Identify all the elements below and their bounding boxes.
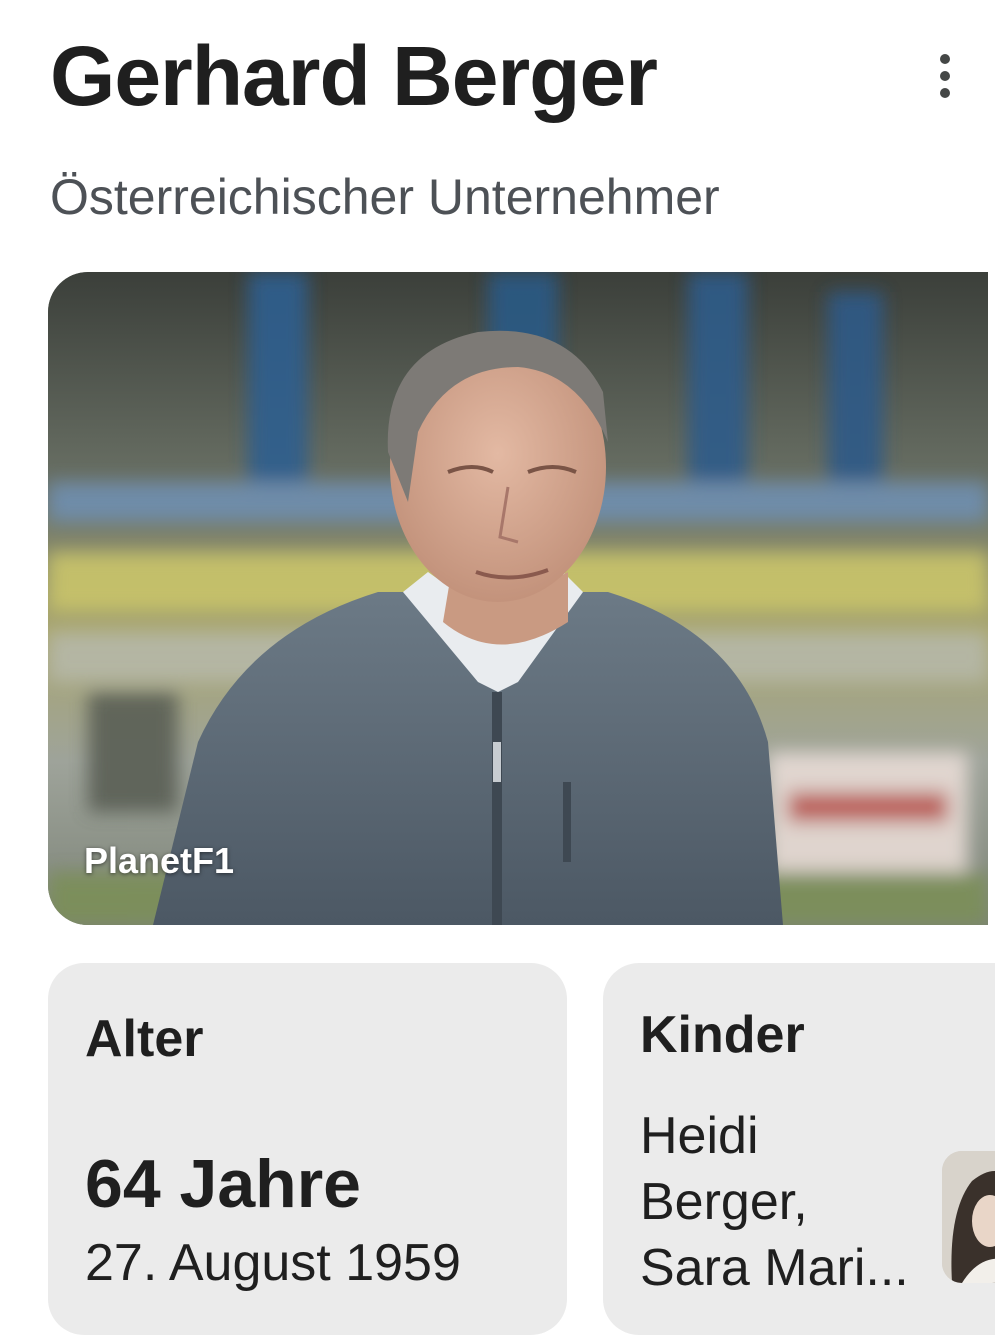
more-vert-icon [940, 54, 950, 64]
page-title: Gerhard Berger [50, 29, 658, 123]
hero-photo[interactable]: PlanetF1 [48, 272, 988, 925]
page-subtitle: Österreichischer Unternehmer [50, 169, 720, 225]
more-vert-icon-dot [940, 88, 950, 98]
more-vert-icon-dot [940, 71, 950, 81]
age-card[interactable]: Alter 64 Jahre 27. August 1959 [48, 963, 567, 1335]
image-source-credit: PlanetF1 [84, 840, 235, 881]
portrait-photo [48, 272, 988, 925]
child-thumbnail[interactable] [942, 1151, 995, 1283]
children-name-line: Heidi [640, 1107, 759, 1165]
children-name-line: Berger, [640, 1173, 808, 1231]
children-label: Kinder [640, 1006, 805, 1064]
child-photo [942, 1151, 995, 1283]
children-card[interactable]: Kinder Heidi Berger, Sara Mari... [603, 963, 995, 1335]
children-names: Heidi Berger, Sara Mari... [640, 1103, 935, 1301]
age-value: 64 Jahre [85, 1146, 361, 1222]
birth-date: 27. August 1959 [85, 1234, 461, 1292]
more-options-button[interactable] [916, 44, 974, 108]
age-label: Alter [85, 1010, 204, 1068]
children-name-line: Sara Mari... [640, 1239, 909, 1297]
